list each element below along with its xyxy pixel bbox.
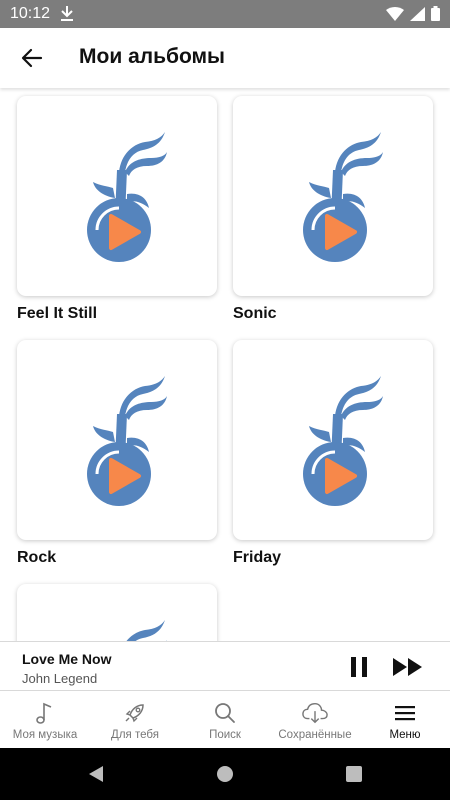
triangle-back-icon <box>89 766 103 782</box>
system-navigation-bar <box>0 748 450 800</box>
nav-label: Сохранённые <box>278 729 352 741</box>
album-cover[interactable] <box>17 584 217 641</box>
album-grid[interactable]: Feel It Still Sonic Rock Friday <box>0 88 450 641</box>
album-cover[interactable] <box>17 96 217 296</box>
nav-item-menu[interactable]: Меню <box>360 691 450 748</box>
album-tile[interactable]: Friday <box>233 340 433 567</box>
status-bar: 10:12 <box>0 0 450 28</box>
music-app-logo-icon <box>47 614 187 641</box>
arrow-back-icon <box>21 48 43 68</box>
search-icon <box>212 700 238 726</box>
system-recents-button[interactable] <box>342 762 366 786</box>
track-title: Love Me Now <box>22 651 112 667</box>
system-back-button[interactable] <box>84 762 108 786</box>
album-title: Feel It Still <box>17 305 98 322</box>
music-app-logo-icon <box>47 126 187 266</box>
menu-icon <box>392 700 418 726</box>
album-cover[interactable] <box>17 340 217 540</box>
nav-label: Моя музыка <box>12 729 78 741</box>
album-tile[interactable] <box>17 584 217 641</box>
nav-item-my-music[interactable]: Моя музыка <box>0 691 90 748</box>
album-cover[interactable] <box>233 96 433 296</box>
square-recents-icon <box>346 766 362 782</box>
battery-icon <box>431 6 440 26</box>
back-button[interactable] <box>14 40 50 76</box>
album-title: Rock <box>17 549 57 566</box>
nav-item-saved[interactable]: Сохранённые <box>270 691 360 748</box>
nav-item-search[interactable]: Поиск <box>180 691 270 748</box>
track-artist: John Legend <box>22 671 98 686</box>
system-home-button[interactable] <box>213 762 237 786</box>
album-tile[interactable]: Sonic <box>233 96 433 323</box>
circle-home-icon <box>217 766 233 782</box>
next-track-button[interactable] <box>390 652 426 682</box>
rocket-icon <box>122 700 148 726</box>
status-icons <box>386 6 440 26</box>
cell-signal-icon <box>410 6 425 26</box>
status-time: 10:12 <box>10 5 51 22</box>
nav-label: Меню <box>389 729 421 741</box>
music-app-logo-icon <box>263 126 403 266</box>
pause-button[interactable] <box>344 652 374 682</box>
nav-label: Поиск <box>209 729 241 741</box>
album-cover[interactable] <box>233 340 433 540</box>
bottom-navigation: Моя музыка Для тебя Поиск Сохранённые Ме… <box>0 691 450 748</box>
album-title: Sonic <box>233 305 277 322</box>
album-tile[interactable]: Rock <box>17 340 217 567</box>
pause-icon <box>351 657 367 677</box>
music-app-logo-icon <box>263 370 403 510</box>
wifi-icon <box>386 6 404 26</box>
mini-player[interactable]: Love Me Now John Legend <box>0 641 450 691</box>
music-note-icon <box>32 700 58 726</box>
download-icon <box>60 5 74 21</box>
album-title: Friday <box>233 549 282 566</box>
app-bar: Мои альбомы <box>0 28 450 88</box>
music-app-logo-icon <box>47 370 187 510</box>
nav-label: Для тебя <box>111 729 159 741</box>
nav-item-for-you[interactable]: Для тебя <box>90 691 180 748</box>
fast-forward-icon <box>393 658 422 676</box>
cloud-download-icon <box>302 700 328 726</box>
page-title: Мои альбомы <box>79 45 225 68</box>
album-tile[interactable]: Feel It Still <box>17 96 217 323</box>
